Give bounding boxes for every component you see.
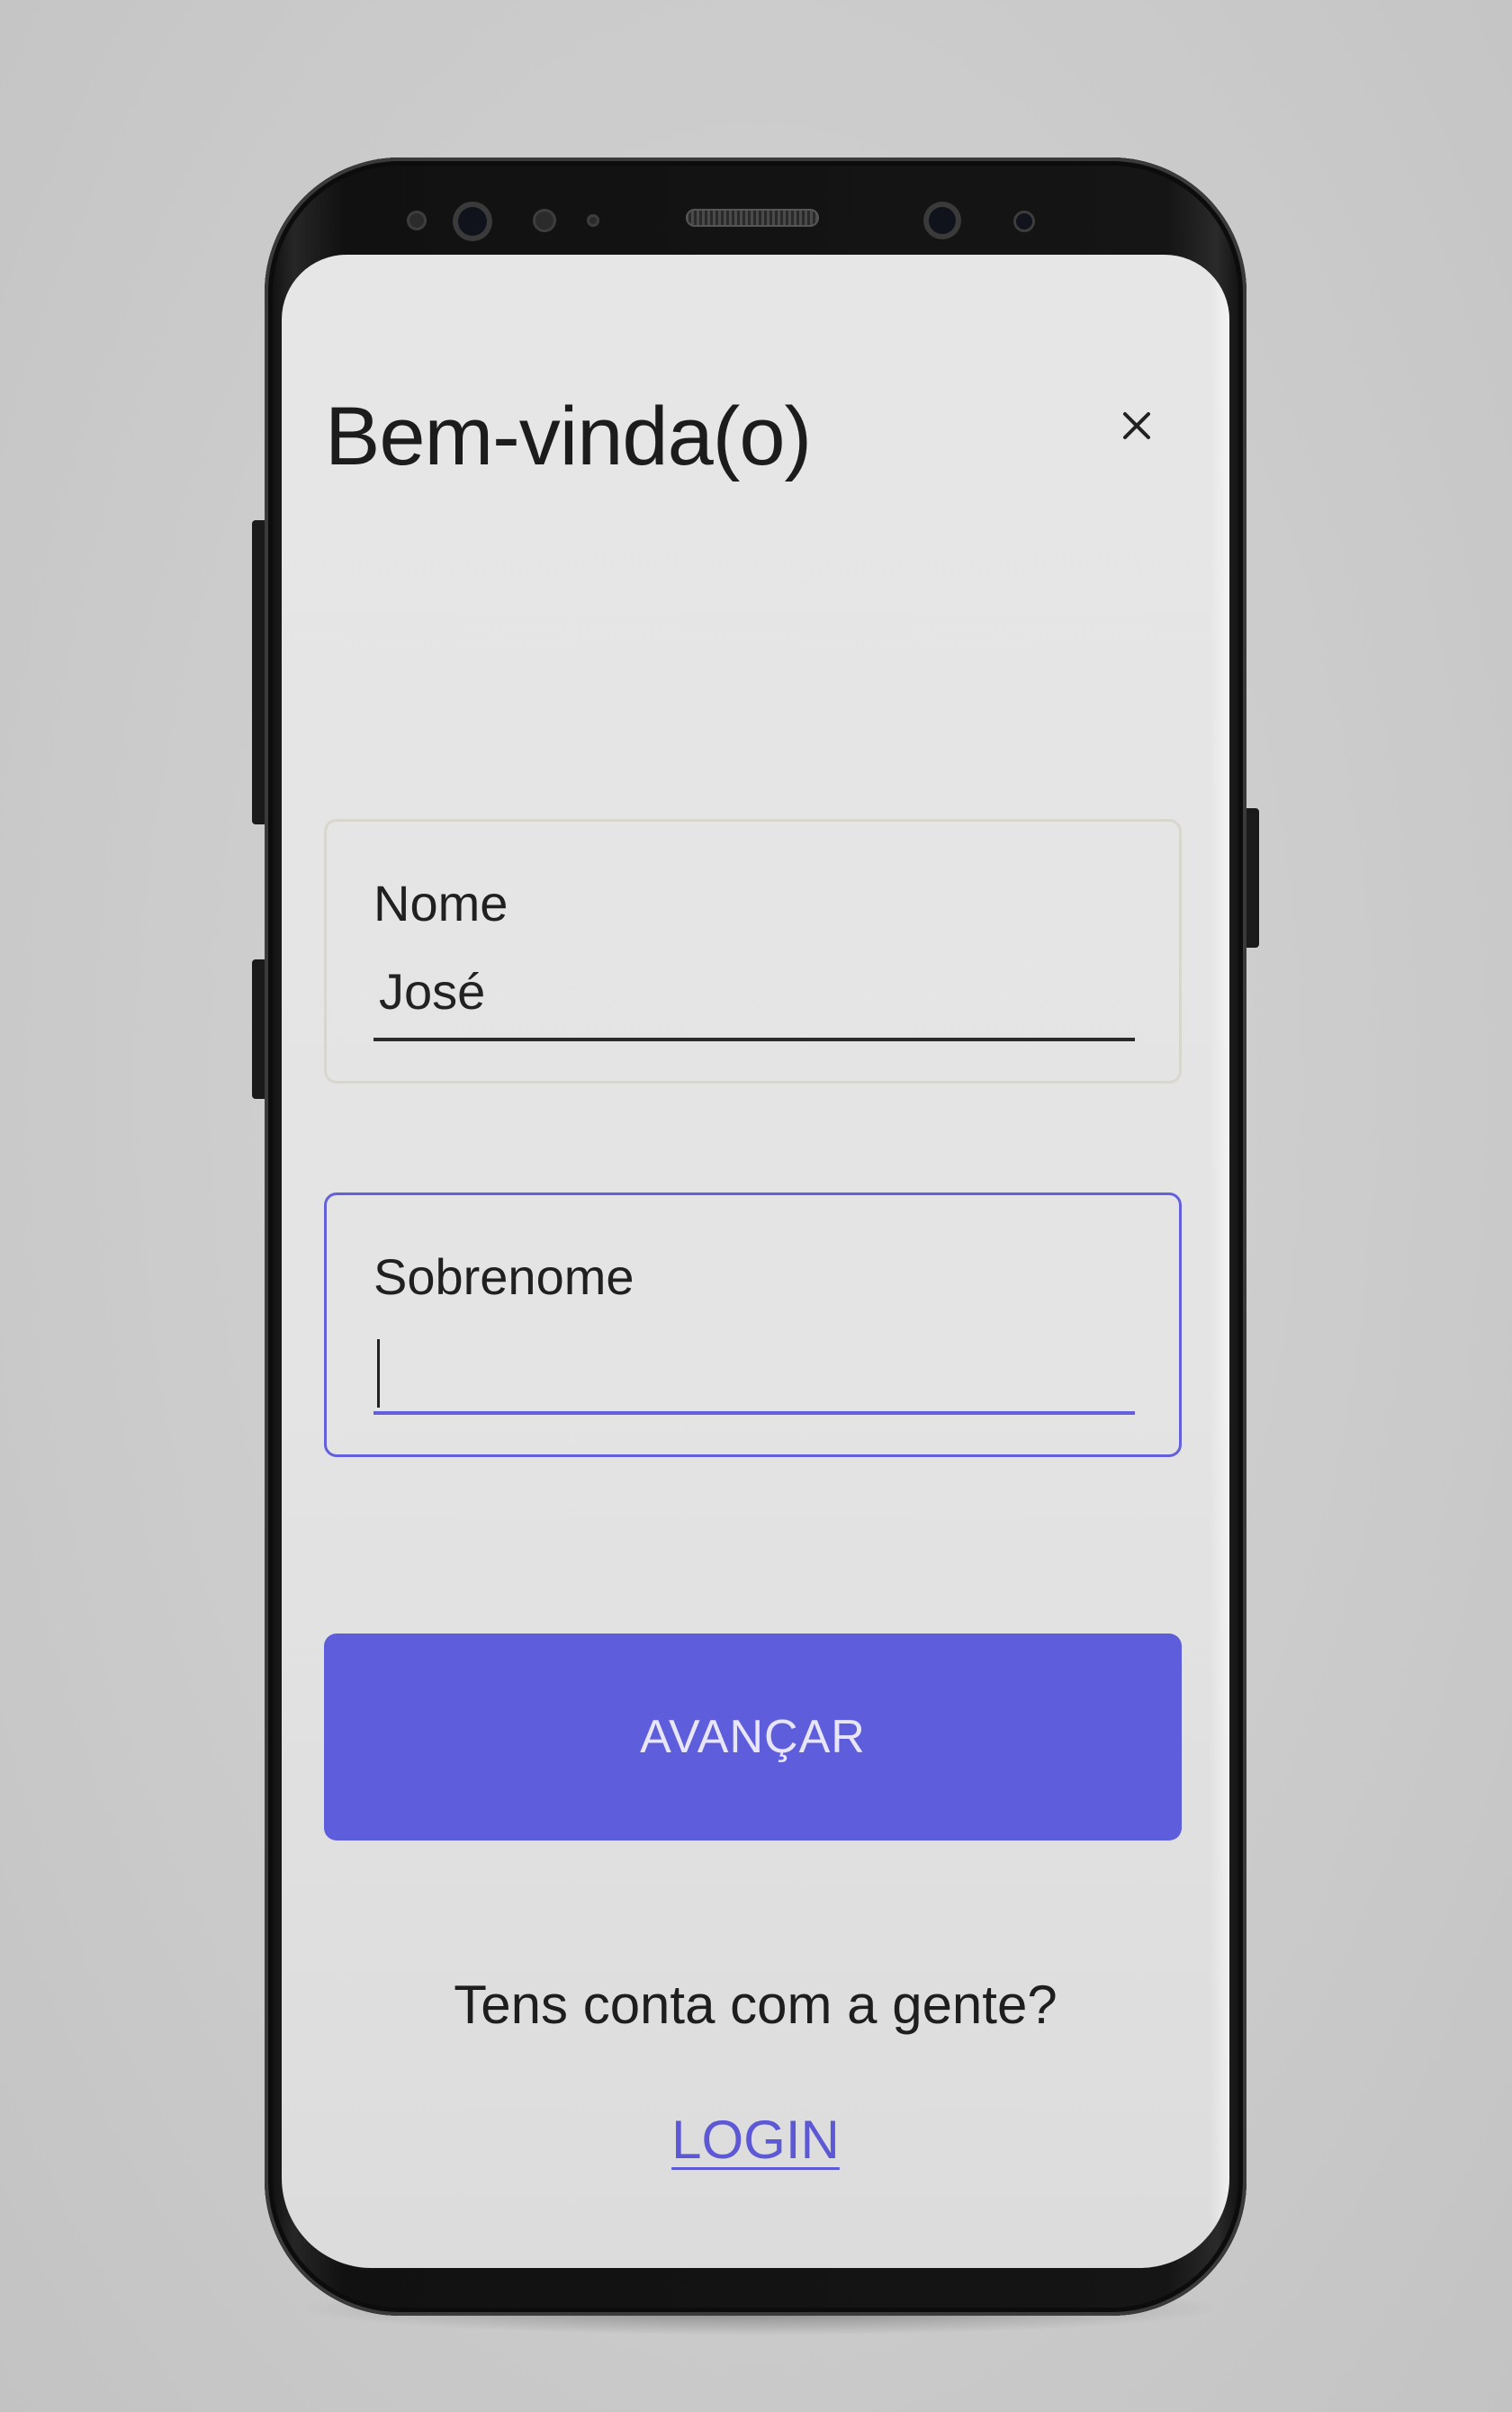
sensor-icon bbox=[533, 209, 556, 232]
login-link[interactable]: LOGIN bbox=[282, 2109, 1229, 2171]
page-title: Bem-vinda(o) bbox=[325, 391, 812, 482]
name-label: Nome bbox=[374, 875, 508, 932]
close-button[interactable] bbox=[1110, 399, 1164, 453]
name-input-underline bbox=[374, 1038, 1135, 1041]
camera-icon bbox=[453, 202, 492, 241]
front-camera-icon bbox=[923, 202, 961, 239]
sensor-icon bbox=[587, 214, 599, 227]
sensor-icon bbox=[407, 211, 427, 230]
surname-label: Sobrenome bbox=[374, 1248, 634, 1305]
name-field-card: Nome bbox=[324, 819, 1182, 1084]
account-prompt: Tens conta com a gente? bbox=[454, 1975, 1058, 2035]
surname-input[interactable] bbox=[374, 1326, 1135, 1403]
surname-input-underline bbox=[374, 1411, 1135, 1415]
sensor-icon bbox=[1013, 211, 1035, 232]
app-screen: Bem-vinda(o) Nome Sobrenome AVANÇAR Tens… bbox=[282, 255, 1229, 2268]
earpiece-speaker bbox=[686, 209, 819, 227]
name-input[interactable] bbox=[374, 952, 1135, 1030]
surname-field-card: Sobrenome bbox=[324, 1192, 1182, 1457]
close-icon bbox=[1123, 412, 1150, 439]
text-caret bbox=[377, 1339, 380, 1408]
next-button[interactable]: AVANÇAR bbox=[324, 1634, 1182, 1840]
